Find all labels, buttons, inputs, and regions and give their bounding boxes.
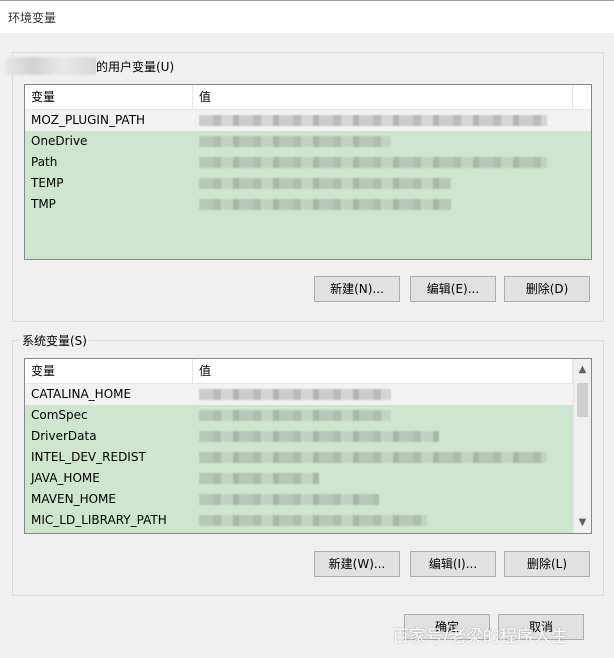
user-variables-list[interactable]: 变量 值 MOZ_PLUGIN_PATH OneDrive Path TEMP … [24, 84, 592, 260]
table-row[interactable]: INTEL_DEV_REDIST [25, 447, 574, 468]
table-row[interactable]: OneDrive [25, 131, 591, 152]
value-redacted [199, 199, 451, 210]
table-row[interactable]: TEMP [25, 173, 591, 194]
value-redacted [199, 178, 451, 189]
list-header: 变量 值 [25, 85, 591, 110]
variable-name: MAVEN_HOME [31, 492, 116, 506]
value-redacted [199, 494, 379, 505]
value-redacted [199, 452, 547, 463]
scroll-up-arrow-icon[interactable]: ▲ [574, 361, 591, 378]
list-header: 变量 值 [25, 359, 574, 384]
value-redacted [199, 473, 319, 484]
scroll-down-arrow-icon[interactable]: ▼ [574, 514, 591, 531]
variable-name: ComSpec [31, 408, 88, 422]
value-redacted [199, 410, 391, 421]
table-row[interactable]: DriverData [25, 426, 574, 447]
value-redacted [199, 389, 391, 400]
user-variables-label: 的用户变量(U) [96, 58, 175, 75]
table-row[interactable]: MOZ_PLUGIN_PATH [25, 110, 591, 131]
variable-name: TEMP [31, 176, 64, 190]
scrollbar-thumb[interactable] [577, 383, 588, 417]
table-row[interactable]: CATALINA_HOME [25, 384, 574, 405]
column-header-variable[interactable]: 变量 [25, 359, 193, 383]
system-new-button[interactable]: 新建(W)... [314, 551, 400, 577]
system-edit-button[interactable]: 编辑(I)... [410, 551, 496, 577]
table-row[interactable]: Path [25, 152, 591, 173]
value-redacted [199, 136, 391, 147]
column-header-value[interactable]: 值 [193, 359, 573, 383]
variable-name: JAVA_HOME [31, 471, 100, 485]
user-edit-button[interactable]: 编辑(E)... [410, 276, 496, 302]
variable-name: DriverData [31, 429, 97, 443]
variable-name: OneDrive [31, 134, 88, 148]
system-variables-label: 系统变量(S) [20, 332, 89, 349]
window-title: 环境变量 [8, 11, 57, 25]
user-delete-button[interactable]: 删除(D) [504, 276, 590, 302]
column-header-variable[interactable]: 变量 [25, 85, 193, 109]
table-row[interactable]: ComSpec [25, 405, 574, 426]
variable-name: Path [31, 155, 58, 169]
variable-name: INTEL_DEV_REDIST [31, 450, 146, 464]
value-redacted [199, 157, 547, 168]
variable-name: MIC_LD_LIBRARY_PATH [31, 513, 167, 527]
user-new-button[interactable]: 新建(N)... [314, 276, 400, 302]
variable-name: CATALINA_HOME [31, 387, 132, 401]
system-variables-list[interactable]: 变量 值 CATALINA_HOME ComSpec DriverData IN… [24, 358, 592, 534]
blurred-username [6, 57, 98, 75]
system-delete-button[interactable]: 删除(L) [504, 551, 590, 577]
table-row[interactable]: MAVEN_HOME [25, 489, 574, 510]
value-redacted [199, 515, 427, 526]
column-header-value[interactable]: 值 [193, 85, 573, 109]
value-redacted [199, 431, 439, 442]
variable-name: MOZ_PLUGIN_PATH [31, 113, 146, 127]
table-row[interactable]: MIC_LD_LIBRARY_PATH [25, 510, 574, 531]
watermark-text: 百家号/老梁的程序人生 [392, 627, 568, 647]
title-bar: 环境变量 [0, 0, 614, 33]
value-redacted [199, 115, 547, 126]
table-row[interactable]: TMP [25, 194, 591, 215]
vertical-scrollbar[interactable]: ▲ ▼ [573, 359, 591, 533]
table-row[interactable]: JAVA_HOME [25, 468, 574, 489]
variable-name: TMP [31, 197, 56, 211]
